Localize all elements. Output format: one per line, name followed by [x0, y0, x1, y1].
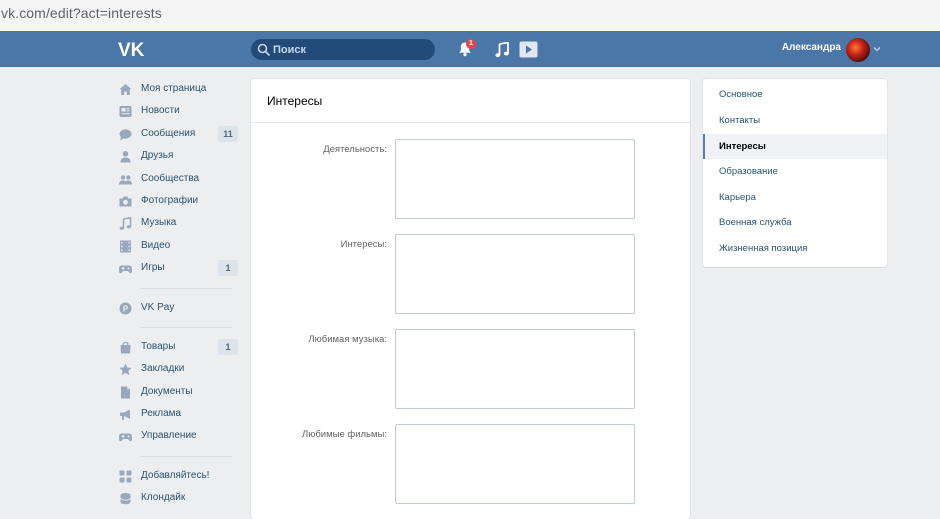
sidebar-item-label: Друзья — [141, 150, 174, 162]
sidebar-item-music[interactable]: Музыка — [118, 212, 238, 234]
interests-edit-card: Интересы Деятельность: Интересы: Любимая… — [251, 79, 690, 519]
notification-badge: 1 — [466, 39, 476, 49]
svg-text:P: P — [123, 304, 129, 313]
sidebar-item-news[interactable]: Новости — [118, 100, 238, 122]
film-icon — [120, 240, 131, 253]
goods-count-badge: 1 — [218, 338, 238, 355]
interests-textarea[interactable] — [395, 234, 635, 314]
sidebar-item-label: Управление — [141, 430, 197, 442]
sidebar-item-label: Видео — [141, 239, 171, 251]
sidebar-item-groups[interactable]: Сообщества — [118, 168, 238, 190]
sidebar-item-vkpay[interactable]: P VK Pay — [118, 297, 238, 319]
vkpay-icon: P — [119, 302, 132, 315]
chevron-down-icon[interactable] — [873, 46, 881, 52]
messages-icon — [119, 129, 132, 141]
sidebar-item-klondike[interactable]: Клондайк — [118, 487, 238, 509]
bag-icon — [120, 341, 131, 354]
sidebar-item-ads[interactable]: Реклама — [118, 403, 238, 425]
activity-textarea[interactable] — [395, 139, 635, 219]
sidebar-item-goods[interactable]: Товары 1 — [118, 336, 238, 358]
sidebar-item-my-page[interactable]: Моя страница — [118, 78, 238, 100]
svg-text:VK: VK — [118, 40, 145, 59]
music-icon[interactable] — [495, 42, 509, 58]
edit-sections-menu: Основное Контакты Интересы Образование К… — [703, 79, 887, 267]
top-header: VK 1 Александра — [0, 31, 940, 67]
field-label: Любимая музыка: — [308, 334, 387, 345]
sidebar-item-bookmarks[interactable]: Закладки — [118, 358, 238, 380]
gamepad-icon — [119, 265, 132, 274]
news-icon — [119, 106, 132, 118]
field-interests: Интересы: — [251, 234, 690, 314]
search-box[interactable] — [251, 39, 435, 60]
gamepad-icon — [119, 433, 132, 442]
field-favorite-movies: Любимые фильмы: — [251, 424, 690, 504]
sidebar-item-management[interactable]: Управление — [118, 425, 238, 447]
menu-item-military-service[interactable]: Военная служба — [703, 210, 887, 235]
menu-item-life-position[interactable]: Жизненная позиция — [703, 236, 887, 261]
sidebar-item-label: Фотографии — [141, 194, 199, 206]
sidebar-item-label: Товары — [141, 340, 176, 352]
camera-icon — [119, 196, 132, 207]
favorite-music-textarea[interactable] — [395, 329, 635, 409]
home-icon — [119, 84, 132, 95]
menu-item-contacts[interactable]: Контакты — [703, 108, 887, 133]
address-url[interactable]: vk.com/edit?act=interests — [1, 5, 162, 21]
field-label: Деятельность: — [323, 144, 387, 155]
sidebar-item-messages[interactable]: Сообщения 11 — [118, 123, 238, 145]
menu-item-main[interactable]: Основное — [703, 82, 887, 107]
megaphone-icon — [120, 409, 130, 421]
sidebar-item-label: Сообщения — [141, 127, 196, 139]
sidebar-item-games[interactable]: Игры 1 — [118, 257, 238, 279]
sidebar-item-label: Сообщества — [141, 172, 200, 184]
games-count-badge: 1 — [218, 260, 238, 277]
user-name[interactable]: Александра — [779, 42, 841, 53]
messages-count-badge: 11 — [218, 125, 238, 142]
sidebar-item-label: Реклама — [141, 408, 182, 420]
card-header: Интересы — [251, 79, 690, 123]
sidebar-item-label: Музыка — [141, 217, 177, 229]
sidebar-item-label: Добавляйтесь! — [141, 469, 210, 481]
friends-icon — [120, 151, 131, 163]
sidebar-item-label: Моя страница — [141, 83, 207, 94]
sidebar-divider — [140, 326, 232, 328]
menu-item-education[interactable]: Образование — [703, 159, 887, 184]
vk-logo-icon[interactable]: VK — [118, 39, 146, 59]
sidebar-item-documents[interactable]: Документы — [118, 381, 238, 403]
star-icon — [119, 363, 132, 376]
search-icon — [257, 43, 270, 56]
field-label: Любимые фильмы: — [301, 429, 387, 440]
sidebar-item-label: Игры — [141, 262, 165, 274]
sidebar-item-add-apps[interactable]: Добавляйтесь! — [118, 465, 238, 487]
field-label: Интересы: — [340, 239, 387, 250]
avatar[interactable] — [846, 38, 870, 62]
field-favorite-music: Любимая музыка: — [251, 329, 690, 409]
sidebar-divider — [140, 287, 232, 289]
field-activity: Деятельность: — [251, 139, 690, 219]
groups-icon — [119, 174, 132, 185]
sidebar-item-photos[interactable]: Фотографии — [118, 190, 238, 212]
menu-item-career[interactable]: Карьера — [703, 185, 887, 210]
music-note-icon — [119, 217, 132, 231]
left-sidebar: Моя страница Новости Сообщения 11 Друзья… — [118, 78, 238, 510]
search-input[interactable] — [273, 39, 428, 60]
apps-icon — [119, 470, 132, 483]
browser-address-bar[interactable]: vk.com/edit?act=interests — [0, 0, 940, 32]
sidebar-item-label: Документы — [141, 385, 193, 397]
page-title: Интересы — [267, 94, 323, 108]
sidebar-item-friends[interactable]: Друзья — [118, 145, 238, 167]
document-icon — [121, 386, 130, 399]
video-play-icon[interactable] — [519, 41, 538, 58]
sidebar-item-video[interactable]: Видео — [118, 235, 238, 257]
sidebar-item-label: Новости — [141, 105, 180, 117]
sidebar-item-label: Закладки — [141, 363, 185, 375]
favorite-movies-textarea[interactable] — [395, 424, 635, 504]
coins-icon — [120, 493, 131, 505]
sidebar-divider — [140, 455, 232, 457]
menu-item-interests[interactable]: Интересы — [703, 134, 887, 159]
sidebar-item-label: VK Pay — [141, 301, 175, 313]
